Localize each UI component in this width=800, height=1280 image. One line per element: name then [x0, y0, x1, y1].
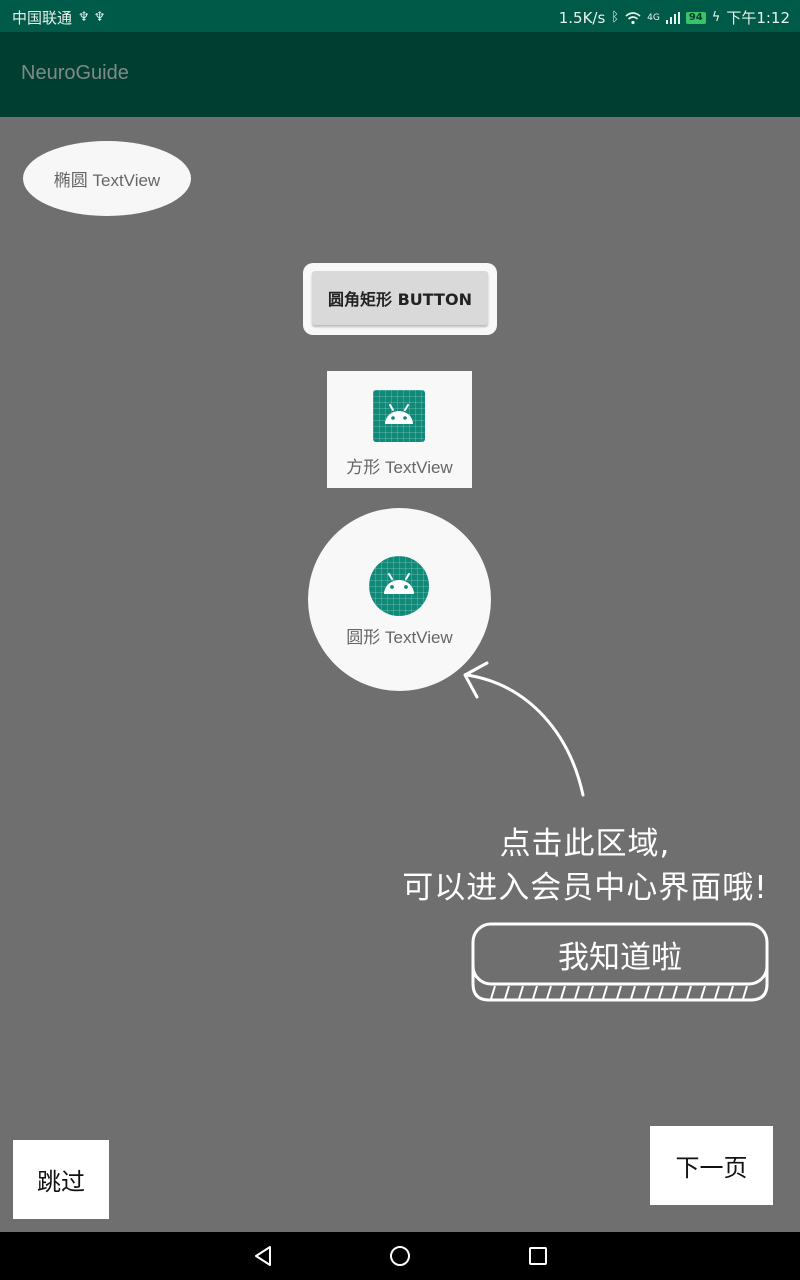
skip-button[interactable]: 跳过 [13, 1140, 109, 1219]
square-textview[interactable]: 方形 TextView [327, 371, 472, 488]
status-left: 中国联通 ♆ ♆ [12, 7, 105, 28]
guide-line-2: 可以进入会员中心界面哦! [402, 870, 768, 906]
usb-icon: ♆ ♆ [78, 10, 106, 25]
ellipse-textview[interactable]: 椭圆 TextView [23, 141, 191, 216]
net-speed: 1.5K/s [558, 8, 606, 27]
bluetooth-icon: ᛒ [611, 10, 620, 25]
got-it-label: 我知道啦 [558, 940, 682, 976]
home-circle-icon[interactable] [389, 1245, 411, 1267]
navigation-bar [0, 1232, 800, 1280]
android-icon [373, 390, 425, 442]
clock: 下午1:12 [726, 9, 790, 27]
android-icon [369, 556, 429, 616]
signal-label: 4G [647, 12, 660, 23]
circle-label: 圆形 TextView [346, 628, 453, 647]
back-triangle-icon[interactable] [252, 1245, 274, 1267]
square-label: 方形 TextView [346, 458, 453, 477]
wifi-icon [625, 11, 641, 24]
charging-icon: ϟ [711, 10, 721, 25]
app-bar: NeuroGuide [0, 32, 800, 117]
signal-icon [665, 11, 680, 24]
status-bar: 中国联通 ♆ ♆ 1.5K/s ᛒ 4G 94 ϟ 下午1:12 [0, 0, 800, 32]
guide-message: 点击此区域, 可以进入会员中心界面哦! [370, 822, 800, 910]
carrier-label: 中国联通 [12, 9, 73, 27]
recent-square-icon[interactable] [528, 1246, 548, 1266]
round-button-highlight: 圆角矩形 BUTTON [303, 263, 497, 335]
status-right: 1.5K/s ᛒ 4G 94 ϟ 下午1:12 [559, 7, 790, 28]
guide-arrow-icon [463, 661, 585, 797]
next-page-button[interactable]: 下一页 [650, 1126, 773, 1205]
round-rect-button[interactable]: 圆角矩形 BUTTON [312, 271, 488, 325]
battery-icon: 94 [685, 11, 706, 24]
guide-line-1: 点击此区域, [499, 826, 671, 862]
got-it-button[interactable]: 我知道啦 [471, 922, 769, 1002]
app-title: NeuroGuide [21, 62, 129, 84]
screen: 中国联通 ♆ ♆ 1.5K/s ᛒ 4G 94 ϟ 下午1:12 NeuroGu… [0, 0, 800, 1280]
